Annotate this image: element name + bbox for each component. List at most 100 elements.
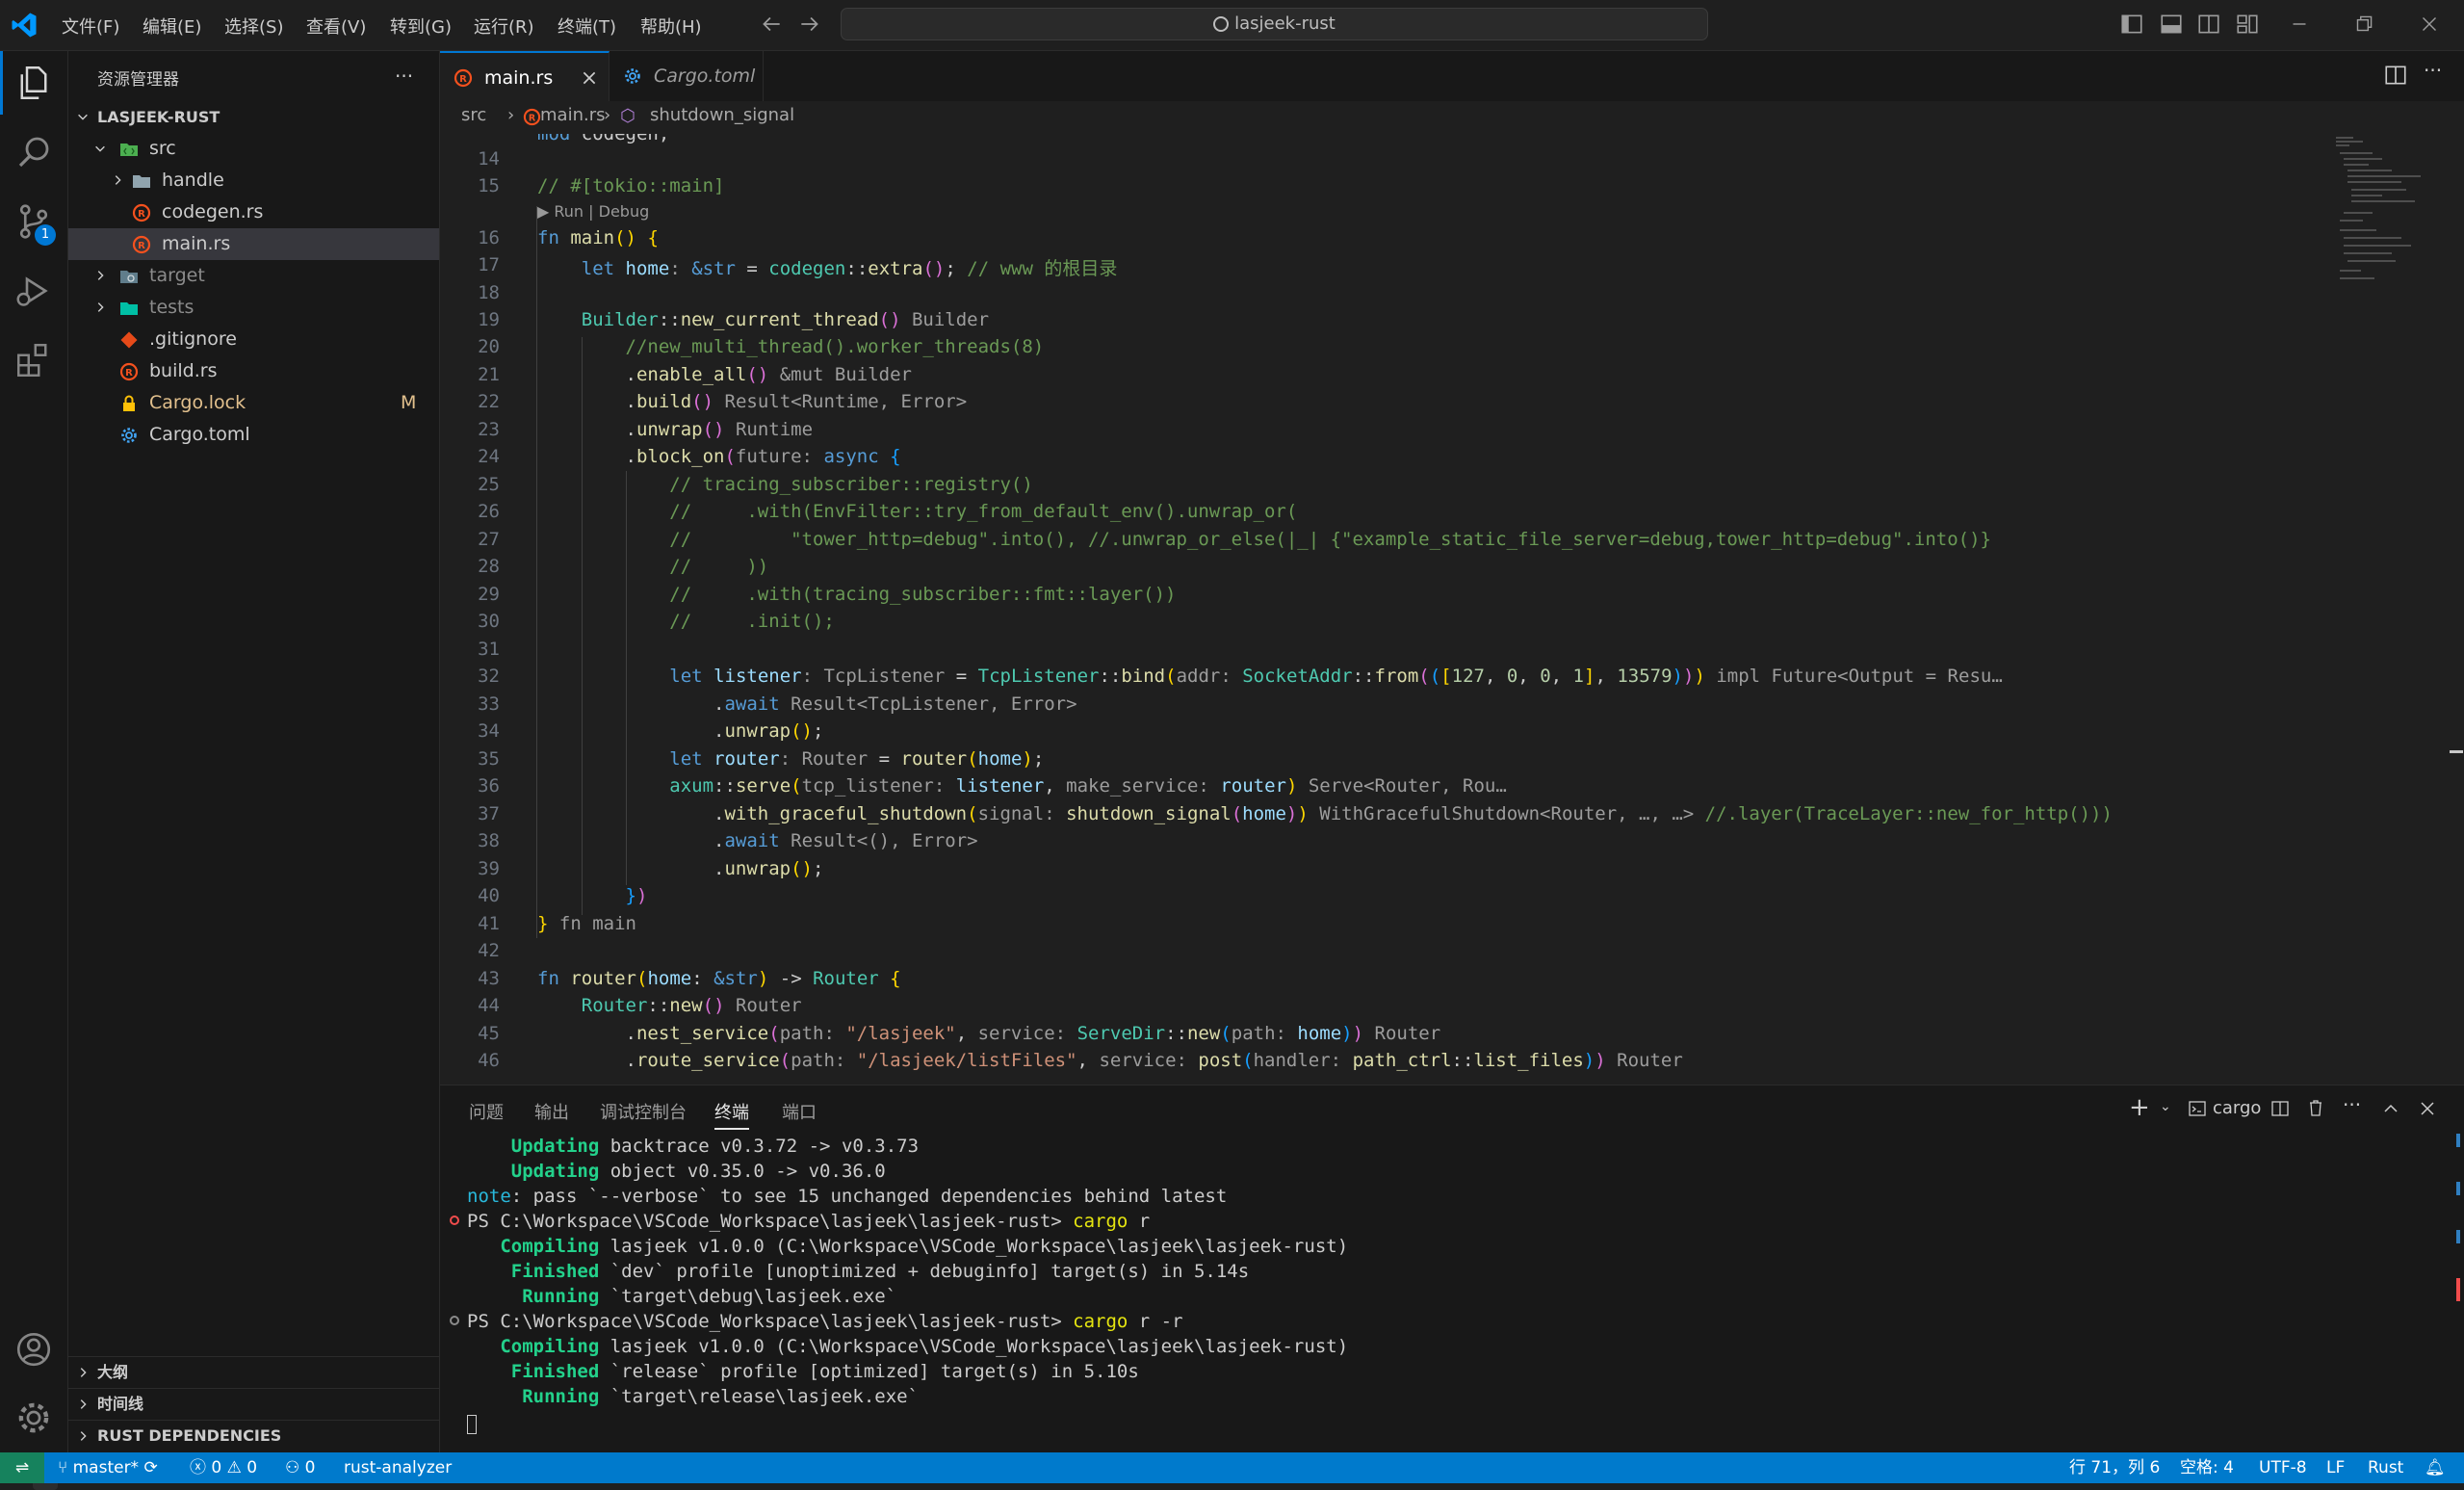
terminal-name[interactable]: cargo [2213, 1098, 2261, 1118]
tree-item-cargo-lock[interactable]: Cargo.lock M [68, 387, 439, 419]
rust-analyzer-status[interactable]: rust-analyzer [344, 1452, 452, 1483]
code-editor[interactable]: mod codegen; 14 15 // #[tokio::main] ▶ R… [440, 134, 2436, 1084]
menu-selection[interactable]: 选择(S) [224, 13, 283, 39]
close-panel-icon[interactable] [2418, 1099, 2437, 1118]
code-line: .with_graceful_shutdown(signal: shutdown… [537, 803, 2113, 824]
panel-tab-ports[interactable]: 端口 [782, 1099, 817, 1124]
breadcrumb-symbol[interactable]: shutdown_signal [650, 105, 794, 125]
line-number: 25 [478, 474, 500, 495]
panel-tab-debug-console[interactable]: 调试控制台 [600, 1099, 687, 1124]
customize-layout-icon[interactable] [2235, 12, 2260, 37]
tree-item-label: src [149, 138, 176, 159]
extensions-icon[interactable] [13, 340, 54, 380]
code-line: }) [625, 885, 648, 906]
account-icon[interactable] [13, 1329, 54, 1370]
branch-indicator[interactable]: ⑂ master* ⟳ [58, 1452, 158, 1483]
run-and-debug-icon[interactable] [13, 271, 54, 311]
toggle-primary-sidebar-icon[interactable] [2119, 12, 2144, 37]
cursor-position[interactable]: 行 71，列 6 [2069, 1452, 2160, 1483]
breadcrumb-src[interactable]: src [461, 105, 486, 125]
more-actions-icon[interactable]: ··· [2424, 59, 2442, 82]
chevron-down-icon[interactable]: ⌄ [2160, 1099, 2171, 1114]
active-indicator [0, 51, 3, 115]
chevron-right-icon [80, 1368, 87, 1377]
panel-tab-output[interactable]: 输出 [534, 1099, 569, 1124]
manage-gear-icon[interactable] [13, 1398, 54, 1438]
remote-indicator-icon[interactable]: ⇌ [0, 1452, 44, 1483]
close-icon[interactable] [581, 69, 598, 87]
line-number: 21 [478, 364, 500, 385]
tree-item-label: build.rs [149, 360, 218, 381]
menu-help[interactable]: 帮助(H) [640, 13, 702, 39]
new-terminal-plus-icon[interactable]: + [2129, 1093, 2150, 1122]
forward-arrow-icon[interactable] [797, 12, 822, 37]
maximize-panel-chevron-up-icon[interactable] [2381, 1099, 2400, 1118]
indent-guide [536, 206, 537, 938]
line-number: 43 [478, 968, 500, 989]
minimize-window-icon[interactable] [2287, 12, 2312, 37]
tree-item-main-rs[interactable]: R main.rs [68, 228, 439, 260]
back-arrow-icon[interactable] [759, 12, 784, 37]
tab-cargo-toml[interactable]: Cargo.toml [610, 51, 764, 101]
toggle-secondary-sidebar-icon[interactable] [2196, 12, 2221, 37]
tree-item-src[interactable]: src [68, 133, 439, 165]
tree-item-tests[interactable]: tests [68, 292, 439, 324]
language-mode[interactable]: Rust [2368, 1452, 2403, 1483]
menu-file[interactable]: 文件(F) [62, 13, 119, 39]
panel-tab-problems[interactable]: 问题 [469, 1099, 504, 1124]
menu-go[interactable]: 转到(G) [390, 13, 452, 39]
indentation-setting[interactable]: 空格: 4 [2180, 1452, 2234, 1483]
lock-icon [123, 395, 135, 411]
command-center-search[interactable]: lasjeek-rust [841, 8, 1708, 40]
tree-item-cargo-toml[interactable]: Cargo.toml [68, 419, 439, 451]
search-icon[interactable] [13, 132, 54, 172]
git-file-icon [120, 331, 138, 349]
terminal-icon [2189, 1101, 2206, 1116]
terminal-scrollbar[interactable] [2452, 1124, 2462, 1413]
command-decoration-icon [450, 1316, 459, 1325]
panel-tab-terminal[interactable]: 终端 [714, 1099, 749, 1130]
problems-indicator[interactable]: ⓧ 0 ⚠ 0 [190, 1452, 257, 1483]
timeline-section[interactable]: 时间线 [68, 1388, 439, 1420]
terminal-output[interactable]: Updating backtrace v0.3.72 -> v0.3.73 Up… [440, 1136, 2464, 1453]
line-number: 41 [478, 913, 500, 934]
tree-item-target[interactable]: target [68, 260, 439, 292]
tree-item-handle[interactable]: handle [68, 165, 439, 196]
rust-dependencies-section[interactable]: RUST DEPENDENCIES [68, 1420, 439, 1451]
split-terminal-icon[interactable] [2270, 1099, 2290, 1118]
ports-indicator[interactable]: ⚇ 0 [285, 1452, 315, 1483]
outline-section[interactable]: 大纲 [68, 1356, 439, 1388]
sidebar-title: 资源管理器 [97, 70, 179, 90]
line-number: 24 [478, 446, 500, 467]
breadcrumb-file[interactable]: main.rs [540, 105, 605, 125]
bottom-panel: 问题 输出 调试控制台 终端 端口 + ⌄ cargo ··· Updating… [440, 1085, 2464, 1453]
trash-icon[interactable] [2306, 1098, 2325, 1117]
notifications-bell-icon[interactable]: 🔔︎ [2425, 1452, 2446, 1483]
code-line: .enable_all() &mut Builder [537, 364, 912, 385]
more-actions-icon[interactable]: ··· [395, 65, 413, 88]
split-editor-icon[interactable] [2383, 63, 2408, 88]
close-window-icon[interactable] [2417, 12, 2442, 37]
tab-main-rs[interactable]: R main.rs [440, 51, 610, 101]
explorer-root[interactable]: LASJEEK-RUST [68, 101, 439, 133]
scroll-marker [2456, 1134, 2460, 1147]
toggle-panel-icon[interactable] [2159, 12, 2184, 37]
editor-scrollbar[interactable] [2446, 134, 2463, 1084]
menu-view[interactable]: 查看(V) [306, 13, 366, 39]
menu-run[interactable]: 运行(R) [474, 13, 534, 39]
tree-item-codegen-rs[interactable]: R codegen.rs [68, 196, 439, 228]
code-lens-run-debug[interactable]: ▶ Run | Debug [537, 202, 649, 221]
menu-terminal[interactable]: 终端(T) [558, 13, 616, 39]
restore-window-icon[interactable] [2351, 12, 2376, 37]
eol-setting[interactable]: LF [2326, 1452, 2345, 1483]
minimap[interactable] [2334, 134, 2450, 288]
encoding-setting[interactable]: UTF-8 [2259, 1452, 2307, 1483]
tree-item-build-rs[interactable]: R build.rs [68, 355, 439, 387]
menu-edit[interactable]: 编辑(E) [143, 13, 201, 39]
more-actions-icon[interactable]: ··· [2343, 1093, 2361, 1116]
terminal-line: Compiling lasjeek v1.0.0 (C:\Workspace\V… [500, 1336, 1349, 1357]
tree-item-gitignore[interactable]: .gitignore [68, 324, 439, 355]
code-line: let listener: TcpListener = TcpListener:… [669, 666, 2003, 687]
activity-bar: 1 RU [0, 51, 68, 1490]
explorer-files-icon[interactable] [13, 63, 54, 103]
